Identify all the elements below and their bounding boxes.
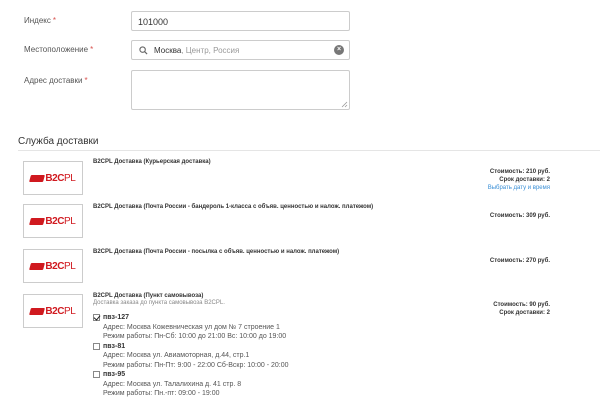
logo-text-pl: PL [63,215,76,227]
pickup-point-hours: Режим работы: Пн.-пт: 09:00 - 19:00 [103,390,220,397]
b2cpl-logo: B2C PL [23,294,83,328]
delivery-option-pickup[interactable]: B2C PL B2CPL Доставка (Пункт самовывоза) … [0,292,600,418]
pickup-point: пвз-81 Адрес: Москва ул. Авиамоторная, д… [93,342,289,371]
logo-text-pl: PL [63,305,76,317]
service-summary: Стоимость: 270 руб. [490,257,550,265]
service-title: B2CPL Доставка (Почта России - посылка с… [93,249,340,255]
service-description: Доставка заказа до пункта самовывоза B2C… [93,300,225,306]
index-row: Индекс * 101000 [0,11,600,31]
address-row: Адрес доставки * [0,70,600,110]
pickup-point-list: пвз-127 Адрес: Москва Кожевническая ул д… [93,313,289,399]
pickup-point-hours: Режим работы: Пн-Пт: 9:00 - 22:00 Сб-Вск… [103,361,289,369]
pickup-point-name: пвз-81 [103,342,126,350]
service-term: Срок доставки: 2 [499,177,550,183]
service-cost: Стоимость: 309 руб. [489,213,550,219]
service-title: B2CPL Доставка (Пункт самовывоза) [93,293,204,299]
b2cpl-logo-mark [29,307,46,315]
service-cost: Стоимость: 270 руб. [489,258,550,264]
service-summary: Стоимость: 90 руб. Срок доставки: 2 [493,301,550,317]
pickup-point-address: Адрес: Москва Кожевническая ул дом № 7 с… [103,323,280,331]
b2cpl-logo-mark [29,217,46,225]
choose-date-time-link[interactable]: Выбрать дату и время [488,184,550,192]
b2cpl-logo: B2C PL [23,204,83,238]
location-row: Местоположение * Москва, Центр, Россия × [0,40,600,60]
pickup-point-checkbox[interactable] [93,371,100,379]
b2cpl-logo-mark [29,262,46,270]
index-value: 101000 [138,17,169,27]
logo-text-b2c: B2C [45,172,64,184]
service-title: B2CPL Доставка (Курьерская доставка) [93,159,211,165]
pickup-point-name: пвз-127 [103,314,130,321]
logo-text-pl: PL [63,260,76,272]
delivery-section-title: Служба доставки [18,136,99,147]
b2cpl-logo: B2C PL [23,249,83,283]
required-mark: * [52,16,56,25]
service-cost: Стоимость: 210 руб. [489,169,550,175]
delivery-option-post-parcel[interactable]: B2C PL B2CPL Доставка (Почта России - пос… [0,247,600,289]
pickup-point-name: пвз-95 [103,371,126,378]
delivery-option-courier[interactable]: B2C PL B2CPL Доставка (Курьерская доставк… [0,157,600,199]
pickup-point-address: Адрес: Москва ул. Талалихина д. 41 стр. … [103,380,242,388]
required-mark: * [90,45,94,54]
index-label: Индекс * [24,16,56,25]
b2cpl-logo: B2C PL [23,161,83,195]
pickup-point-address: Адрес: Москва ул. Авиамоторная, д.44, ст… [103,352,250,359]
b2cpl-logo-mark [29,174,46,182]
pickup-point: пвз-95 Адрес: Москва ул. Талалихина д. 4… [93,370,289,399]
pickup-point-checkbox[interactable] [93,342,100,350]
service-summary: Стоимость: 309 руб. [490,212,550,220]
service-cost: Стоимость: 90 руб. [493,302,550,308]
logo-text-pl: PL [63,172,76,184]
pickup-point-hours: Режим работы: Пн-Сб: 10:00 до 21:00 Вс: … [103,333,287,340]
delivery-option-post-parcel-1class[interactable]: B2C PL B2CPL Доставка (Почта России - бан… [0,202,600,244]
divider [18,150,600,151]
search-icon [139,46,148,55]
location-label: Местоположение * [24,45,94,54]
pickup-point-checkbox[interactable] [93,314,100,322]
required-mark: * [84,76,88,85]
clear-icon[interactable]: × [334,45,344,55]
logo-text-b2c: B2C [45,305,64,317]
index-input[interactable]: 101000 [131,11,350,31]
resize-grip-icon[interactable] [341,101,348,108]
service-term: Срок доставки: 2 [499,310,550,316]
logo-text-b2c: B2C [45,260,64,272]
address-textarea[interactable] [131,70,350,110]
logo-text-b2c: B2C [45,215,64,227]
pickup-point: пвз-127 Адрес: Москва Кожевническая ул д… [93,313,289,342]
service-title: B2CPL Доставка (Почта России - бандероль… [93,204,374,210]
location-value: Москва, Центр, Россия [154,46,240,55]
address-label: Адрес доставки * [24,76,88,85]
location-input[interactable]: Москва, Центр, Россия × [131,40,350,60]
service-summary: Стоимость: 210 руб. Срок доставки: 2 Выб… [488,168,550,192]
